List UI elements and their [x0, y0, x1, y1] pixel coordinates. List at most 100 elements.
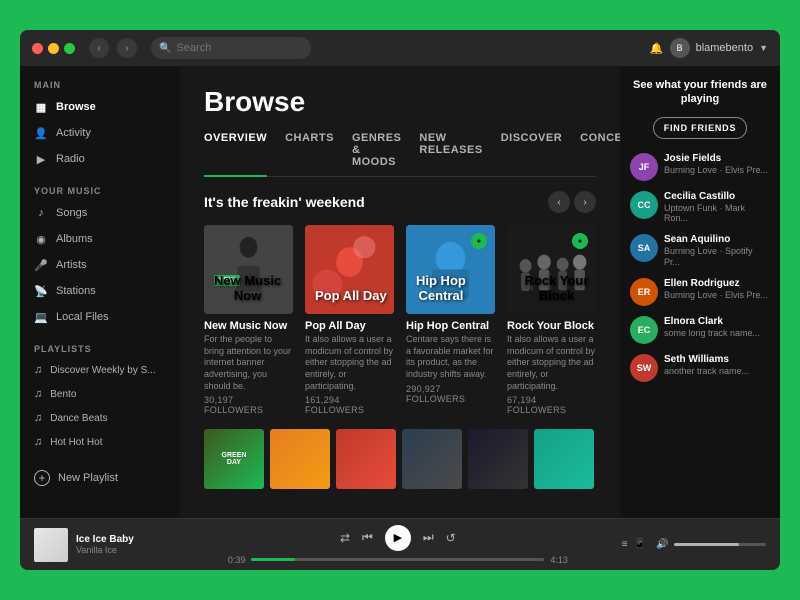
sidebar-item-local-files[interactable]: 💻 Local Files	[20, 304, 180, 330]
cover-label-0: New MusicNow	[214, 273, 281, 304]
sidebar-item-songs[interactable]: ♪ Songs	[20, 200, 180, 226]
tab-concerts[interactable]: Concerts	[580, 132, 620, 176]
search-input[interactable]	[176, 42, 296, 54]
devices-icon[interactable]: 📱	[634, 539, 646, 550]
main-layout: MAIN ▦ Browse 👤 Activity ▶ Radio YOUR MU…	[20, 66, 780, 518]
playlist-name-0: New Music Now	[204, 320, 293, 332]
friend-name-1: Cecilia Castillo	[664, 191, 770, 203]
sidebar-item-albums[interactable]: ◉ Albums	[20, 226, 180, 252]
search-bar[interactable]: 🔍	[151, 37, 311, 59]
strip-thumb-0[interactable]: GREENDAY	[204, 429, 264, 489]
arrow-left-button[interactable]: ‹	[548, 191, 570, 213]
tab-new-releases[interactable]: New Releases	[419, 132, 482, 176]
bottom-strip: GREENDAY	[204, 429, 596, 497]
nav-arrows: ‹ ›	[548, 191, 596, 213]
sidebar-item-browse[interactable]: ▦ Browse	[20, 94, 180, 120]
arrow-right-button[interactable]: ›	[574, 191, 596, 213]
strip-thumb-2[interactable]	[336, 429, 396, 489]
friend-item-2[interactable]: SA Sean Aquilino Burning Love · Spotify …	[630, 234, 770, 268]
friend-name-0: Josie Fields	[664, 153, 770, 165]
playlist-cover-1: Pop All Day	[305, 225, 394, 314]
tab-genres[interactable]: Genres & Moods	[352, 132, 401, 176]
friend-track-5: another track name...	[664, 366, 770, 377]
notification-icon[interactable]: 🔔	[650, 42, 664, 55]
playlist-followers-2: 290,927 FOLLOWERS	[406, 384, 495, 404]
friend-item-1[interactable]: CC Cecilia Castillo Uptown Funk · Mark R…	[630, 191, 770, 225]
friend-name-4: Elnora Clark	[664, 316, 770, 328]
playlist-icon-1: ♫	[34, 388, 42, 400]
playlist-icon-2: ♫	[34, 412, 42, 424]
next-button[interactable]: ⏭	[423, 530, 434, 545]
progress-bar[interactable]	[251, 558, 544, 561]
volume-icon: 🔊	[656, 539, 668, 550]
strip-thumb-3[interactable]	[402, 429, 462, 489]
sidebar-item-activity[interactable]: 👤 Activity	[20, 120, 180, 146]
tab-discover[interactable]: Discover	[501, 132, 562, 176]
playlist-card-1[interactable]: Pop All Day Pop All Day It also allows a…	[305, 225, 394, 415]
repeat-button[interactable]: ↺	[446, 531, 456, 545]
friend-item-0[interactable]: JF Josie Fields Burning Love · Elvis Pre…	[630, 153, 770, 181]
tab-overview[interactable]: Overview	[204, 132, 267, 176]
friend-avatar-3: ER	[630, 278, 658, 306]
right-panel: See what your friends are playing FIND F…	[620, 66, 780, 518]
stations-icon: 📡	[34, 284, 48, 298]
strip-thumb-4[interactable]	[468, 429, 528, 489]
browse-icon: ▦	[34, 100, 48, 114]
friend-avatar-2: SA	[630, 234, 658, 262]
playlist-card-0[interactable]: NEW New MusicNow New Music Now For the p…	[204, 225, 293, 415]
page-title: Browse	[204, 86, 596, 118]
back-button[interactable]: ‹	[89, 38, 109, 58]
volume-bar[interactable]	[674, 543, 766, 546]
playlist-name-1: Pop All Day	[305, 320, 394, 332]
friend-info-5: Seth Williams another track name...	[664, 354, 770, 377]
new-playlist-button[interactable]: + New Playlist	[20, 462, 180, 494]
extra-buttons: ≡ 📱	[622, 539, 646, 550]
friend-item-5[interactable]: SW Seth Williams another track name...	[630, 354, 770, 382]
chevron-down-icon[interactable]: ▼	[759, 43, 768, 53]
find-friends-button[interactable]: FIND FRIENDS	[653, 117, 748, 139]
now-playing-artist: Vanilla Ice	[76, 545, 174, 555]
friend-name-2: Sean Aquilino	[664, 234, 770, 246]
playlist-cover-2: ● Hip HopCentral	[406, 225, 495, 314]
friend-name-5: Seth Williams	[664, 354, 770, 366]
playlist-desc-3: It also allows a user a modicum of contr…	[507, 334, 596, 392]
friend-avatar-1: CC	[630, 191, 658, 219]
sidebar-item-playlist-3[interactable]: ♫ Hot Hot Hot	[20, 430, 180, 454]
forward-button[interactable]: ›	[117, 38, 137, 58]
bottom-bar: Ice Ice Baby Vanilla Ice ⇄ ⏮ ▶ ⏭ ↺ 0:39 …	[20, 518, 780, 570]
sidebar-item-stations[interactable]: 📡 Stations	[20, 278, 180, 304]
friend-item-4[interactable]: EC Elnora Clark some long track name...	[630, 316, 770, 344]
sidebar-item-artists[interactable]: 🎤 Artists	[20, 252, 180, 278]
sidebar-section-your-music: YOUR MUSIC	[20, 172, 180, 200]
spotify-dot-2: ●	[471, 233, 487, 249]
now-playing-info: Ice Ice Baby Vanilla Ice	[76, 534, 174, 555]
sidebar: MAIN ▦ Browse 👤 Activity ▶ Radio YOUR MU…	[20, 66, 180, 518]
strip-thumb-5[interactable]	[534, 429, 594, 489]
playlist-card-3[interactable]: ● Rock Your Block Rock Your Block It als…	[507, 225, 596, 415]
friend-item-3[interactable]: ER Ellen Rodriguez Burning Love · Elvis …	[630, 278, 770, 306]
sidebar-item-playlist-1[interactable]: ♫ Bento	[20, 382, 180, 406]
tab-charts[interactable]: Charts	[285, 132, 334, 176]
progress-row: 0:39 4:13	[228, 555, 568, 565]
playlist-card-2[interactable]: ● Hip HopCentral Hip Hop Central Centare…	[406, 225, 495, 415]
albums-icon: ◉	[34, 232, 48, 246]
fullscreen-button[interactable]	[64, 43, 75, 54]
sidebar-item-radio[interactable]: ▶ Radio	[20, 146, 180, 172]
strip-thumb-1[interactable]	[270, 429, 330, 489]
sidebar-item-playlist-2[interactable]: ♫ Dance Beats	[20, 406, 180, 430]
sidebar-section-main: MAIN	[20, 66, 180, 94]
radio-icon: ▶	[34, 152, 48, 166]
friend-info-3: Ellen Rodriguez Burning Love · Elvis Pre…	[664, 278, 770, 301]
list-icon[interactable]: ≡	[622, 539, 628, 550]
minimize-button[interactable]	[48, 43, 59, 54]
play-button[interactable]: ▶	[385, 525, 411, 551]
playlist-followers-0: 30,197 FOLLOWERS	[204, 395, 293, 415]
sidebar-item-playlist-0[interactable]: ♫ Discover Weekly by S...	[20, 358, 180, 382]
close-button[interactable]	[32, 43, 43, 54]
browse-tabs: Overview Charts Genres & Moods New Relea…	[204, 132, 596, 177]
friend-track-2: Burning Love · Spotify Pr...	[664, 246, 770, 268]
weekend-section-title: It's the freakin' weekend	[204, 194, 365, 210]
section-content: It's the freakin' weekend ‹ ›	[180, 177, 620, 518]
previous-button[interactable]: ⏮	[362, 530, 373, 545]
shuffle-button[interactable]: ⇄	[340, 531, 350, 545]
